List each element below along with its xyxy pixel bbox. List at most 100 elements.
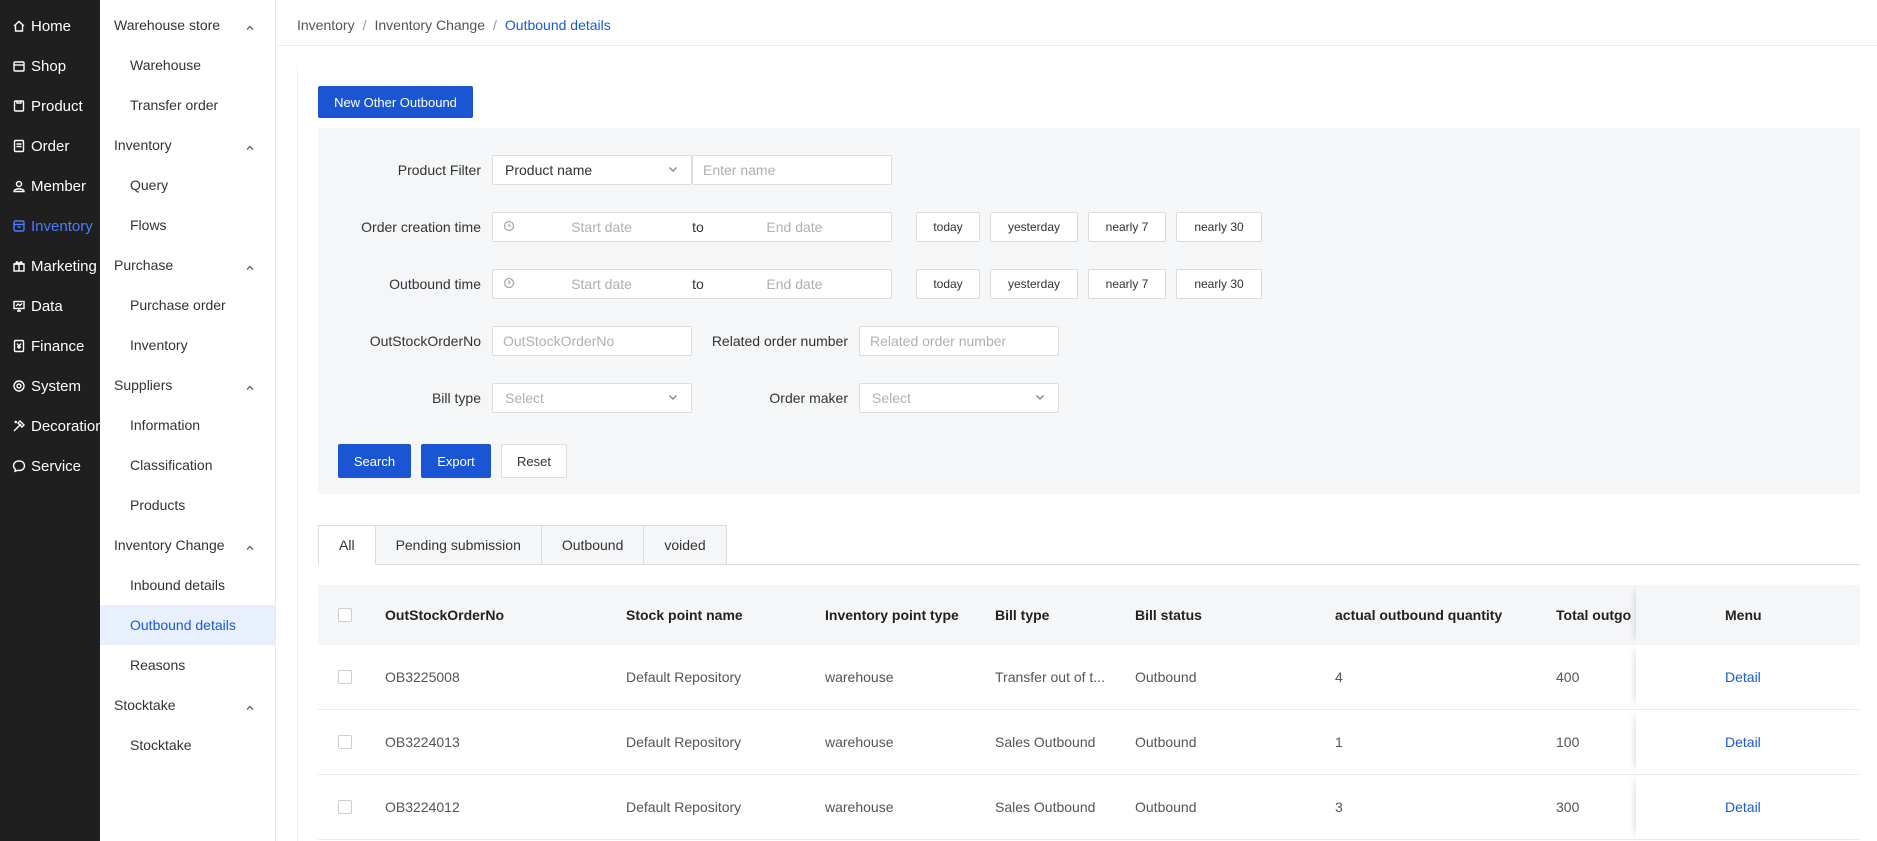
- nav-item-products[interactable]: Products: [100, 485, 275, 525]
- nav-item-decoration[interactable]: Decoration: [0, 406, 104, 446]
- nav-group-label: Inventory Change: [114, 537, 225, 553]
- nav-item-query[interactable]: Query: [100, 165, 275, 205]
- start-date: Start date: [571, 276, 632, 292]
- nav-item-purchase-inventory[interactable]: Inventory: [100, 325, 275, 365]
- cell-point-type: warehouse: [825, 799, 894, 815]
- breadcrumb-inventory-change[interactable]: Inventory Change: [374, 17, 485, 33]
- end-date: End date: [766, 219, 823, 235]
- out-stock-order-no-input[interactable]: [492, 326, 692, 356]
- chevron-up-icon: [245, 700, 255, 710]
- breadcrumb-separator: /: [362, 16, 367, 33]
- search-button[interactable]: Search: [338, 444, 411, 478]
- nav-group-purchase[interactable]: Purchase: [100, 245, 275, 285]
- outbound-time-label: Outbound time: [389, 276, 481, 292]
- nav-item-flows[interactable]: Flows: [100, 205, 275, 245]
- cell-qty: 3: [1335, 799, 1343, 815]
- column-header[interactable]: actual outbound quantity: [1335, 585, 1502, 645]
- nav-item-marketing[interactable]: Marketing: [0, 246, 100, 286]
- nav-label: Home: [31, 17, 72, 35]
- column-header[interactable]: Bill status: [1135, 585, 1202, 645]
- gear-icon: [12, 379, 26, 393]
- filter-actions: Search Export Reset: [338, 444, 567, 478]
- nav-item-inbound-details[interactable]: Inbound details: [100, 565, 275, 605]
- breadcrumb-current: Outbound details: [504, 16, 611, 33]
- quick-date-nearly-30[interactable]: nearly 30: [1176, 212, 1262, 242]
- row-checkbox[interactable]: [338, 735, 352, 749]
- shop-icon: [12, 59, 26, 73]
- select-all-cell: [338, 585, 352, 645]
- nav-item-outbound-details[interactable]: Outbound details: [100, 605, 275, 645]
- product-filter-label: Product Filter: [397, 162, 481, 178]
- nav-item-purchase-order[interactable]: Purchase order: [100, 285, 275, 325]
- column-header[interactable]: Bill type: [995, 585, 1049, 645]
- reset-button[interactable]: Reset: [501, 444, 567, 478]
- order-maker-select[interactable]: Select: [859, 383, 1059, 413]
- detail-link[interactable]: Detail: [1725, 710, 1761, 774]
- cell-bill-type: Sales Outbound: [995, 799, 1096, 815]
- cell-status: Outbound: [1135, 669, 1197, 685]
- nav-item-order[interactable]: Order: [0, 126, 100, 166]
- select-all-checkbox[interactable]: [338, 608, 352, 622]
- related-order-number-input[interactable]: [859, 326, 1059, 356]
- bill-type-select[interactable]: Select: [492, 383, 692, 413]
- nav-item-information[interactable]: Information: [100, 405, 275, 445]
- nav-item-transfer-order[interactable]: Transfer order: [100, 85, 275, 125]
- breadcrumb-inventory[interactable]: Inventory: [297, 17, 355, 33]
- nav-item-data[interactable]: Data: [0, 286, 100, 326]
- detail-link[interactable]: Detail: [1725, 775, 1761, 839]
- tab-pending-submission[interactable]: Pending submission: [375, 525, 542, 565]
- outbound-date-range[interactable]: Start date to End date: [492, 269, 892, 299]
- related-order-number-label: Related order number: [711, 333, 848, 349]
- bill-type-placeholder: Select: [505, 390, 544, 406]
- tab-all[interactable]: All: [318, 525, 376, 565]
- nav-item-warehouse[interactable]: Warehouse: [100, 45, 275, 85]
- column-header[interactable]: Stock point name: [626, 585, 743, 645]
- column-header[interactable]: Total outgo: [1556, 585, 1636, 645]
- nav-item-member[interactable]: Member: [0, 166, 100, 206]
- order-creation-date-range[interactable]: Start date to End date: [492, 212, 892, 242]
- nav-item-finance[interactable]: Finance: [0, 326, 100, 366]
- nav-group-warehouse[interactable]: Warehouse store: [100, 5, 275, 45]
- nav-item-shop[interactable]: Shop: [0, 46, 100, 86]
- quick-date-today[interactable]: today: [916, 212, 980, 242]
- nav-item-product[interactable]: Product: [0, 86, 100, 126]
- nav-group-stocktake[interactable]: Stocktake: [100, 685, 275, 725]
- member-icon: [12, 179, 26, 193]
- column-header[interactable]: Inventory point type: [825, 585, 959, 645]
- row-checkbox[interactable]: [338, 670, 352, 684]
- quick-date-nearly-7[interactable]: nearly 7: [1088, 269, 1166, 299]
- nav-item-service[interactable]: Service: [0, 446, 100, 486]
- quick-date-today[interactable]: today: [916, 269, 980, 299]
- cell-status: Outbound: [1135, 734, 1197, 750]
- tab-outbound[interactable]: Outbound: [541, 525, 645, 565]
- chat-icon: [12, 459, 26, 473]
- nav-group-suppliers[interactable]: Suppliers: [100, 365, 275, 405]
- cell-total: 300: [1556, 799, 1580, 815]
- quick-date-nearly-30[interactable]: nearly 30: [1176, 269, 1262, 299]
- nav-group-label: Purchase: [114, 257, 174, 273]
- filter-row-order-creation-time: Order creation time Start date to End da…: [318, 211, 1262, 243]
- nav-item-stocktake[interactable]: Stocktake: [100, 725, 275, 765]
- nav-item-inventory[interactable]: Inventory: [0, 206, 100, 246]
- quick-date-nearly-7[interactable]: nearly 7: [1088, 212, 1166, 242]
- row-checkbox[interactable]: [338, 800, 352, 814]
- nav-item-home[interactable]: Home: [0, 6, 100, 46]
- product-filter-select[interactable]: Product name: [492, 155, 692, 185]
- quick-date-yesterday[interactable]: yesterday: [990, 212, 1078, 242]
- nav-item-reasons[interactable]: Reasons: [100, 645, 275, 685]
- nav-group-inventory-change[interactable]: Inventory Change: [100, 525, 275, 565]
- export-button[interactable]: Export: [421, 444, 491, 478]
- new-other-outbound-button[interactable]: New Other Outbound: [318, 86, 473, 118]
- nav-group-label: Warehouse store: [114, 17, 221, 33]
- order-maker-label: Order maker: [769, 390, 848, 406]
- detail-link[interactable]: Detail: [1725, 645, 1761, 709]
- chevron-up-icon: [245, 20, 255, 30]
- quick-date-yesterday[interactable]: yesterday: [990, 269, 1078, 299]
- product-name-input[interactable]: [692, 155, 892, 185]
- column-header[interactable]: OutStockOrderNo: [385, 585, 504, 645]
- nav-group-inventory[interactable]: Inventory: [100, 125, 275, 165]
- nav-item-classification[interactable]: Classification: [100, 445, 275, 485]
- tab-voided[interactable]: voided: [644, 525, 727, 565]
- nav-item-system[interactable]: System: [0, 366, 100, 406]
- nav-label: System: [31, 377, 82, 395]
